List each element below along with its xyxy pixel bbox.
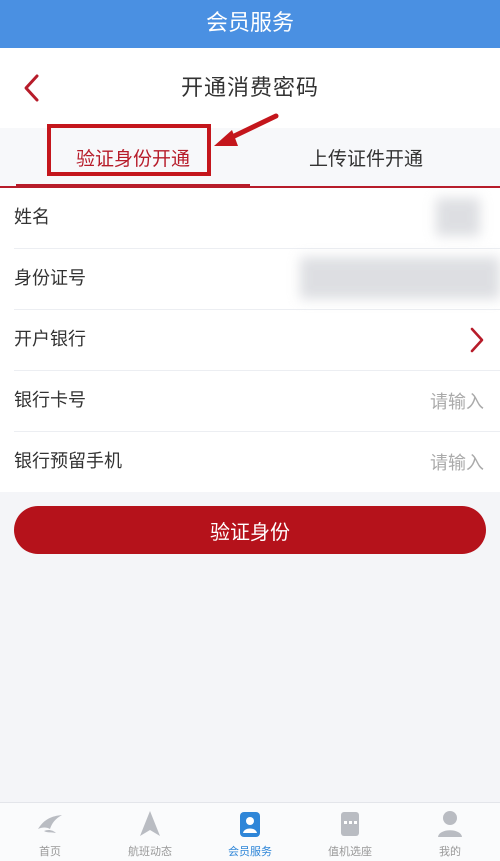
- app-title: 会员服务: [205, 11, 294, 36]
- form-row-phone: 银行预留手机: [14, 432, 500, 492]
- nav-label-checkin-seat: 值机选座: [328, 845, 372, 858]
- nav-label-home: 首页: [39, 845, 61, 858]
- tab-upload-documents[interactable]: 上传证件开通: [266, 128, 466, 186]
- chevron-right-icon[interactable]: [466, 326, 488, 354]
- nav-item-member-service[interactable]: 会员服务: [200, 803, 300, 861]
- redacted-id-number: [300, 257, 500, 299]
- phone-input[interactable]: [282, 444, 486, 482]
- form-row-name: 姓名: [14, 188, 500, 249]
- app-title-bar: 会员服务: [0, 0, 500, 48]
- nav-label-mine: 我的: [439, 845, 461, 858]
- nav-label-member-service: 会员服务: [228, 845, 272, 858]
- user-icon: [438, 811, 462, 837]
- form-row-card-number: 银行卡号: [14, 371, 500, 432]
- name-label: 姓名: [14, 207, 50, 228]
- tab-bar: 验证身份开通 上传证件开通: [0, 128, 500, 188]
- seat-icon: [341, 812, 359, 836]
- phone-label: 银行预留手机: [14, 451, 122, 472]
- nav-label-flight-status: 航班动态: [128, 845, 172, 858]
- nav-item-home[interactable]: 首页: [0, 803, 100, 861]
- nav-item-checkin-seat[interactable]: 值机选座: [300, 803, 400, 861]
- member-card-icon: [240, 812, 260, 837]
- nav-item-mine[interactable]: 我的: [400, 803, 500, 861]
- plane-icon: [140, 811, 160, 836]
- tab-verify-identity[interactable]: 验证身份开通: [16, 128, 250, 188]
- redacted-name: [436, 198, 480, 236]
- page-header: 开通消费密码: [0, 48, 500, 128]
- card-number-input[interactable]: [282, 383, 486, 421]
- nav-item-flight-status[interactable]: 航班动态: [100, 803, 200, 861]
- identity-form: 姓名 身份证号 开户银行 银行卡号 银行预留手机: [0, 188, 500, 492]
- bank-label: 开户银行: [14, 329, 86, 350]
- form-row-id-number: 身份证号: [14, 249, 500, 310]
- bird-logo-icon: [38, 815, 62, 833]
- form-row-bank[interactable]: 开户银行: [14, 310, 500, 371]
- card-number-label: 银行卡号: [14, 390, 86, 411]
- page-title: 开通消费密码: [180, 76, 319, 101]
- verify-identity-button[interactable]: 验证身份: [14, 506, 486, 554]
- id-number-label: 身份证号: [14, 268, 86, 289]
- bottom-nav: 首页 航班动态 会员服务 值机选座 我的: [0, 802, 500, 861]
